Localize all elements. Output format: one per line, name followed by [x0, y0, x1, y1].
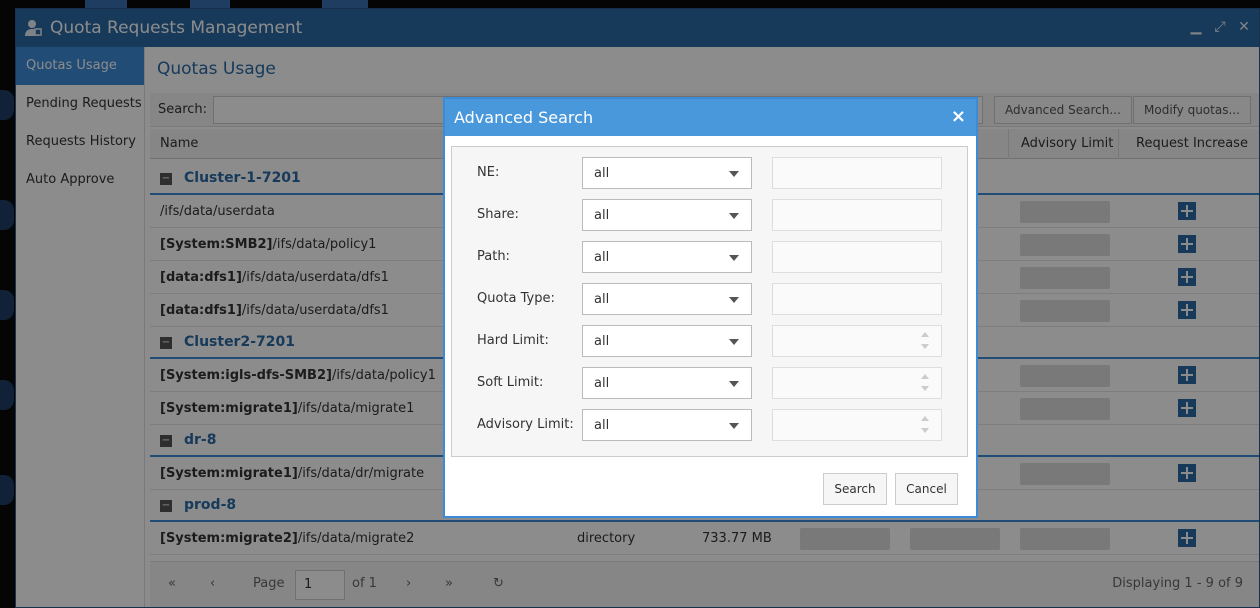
- ne-value-input[interactable]: [772, 157, 942, 189]
- chevron-down-icon: [729, 423, 739, 429]
- share-value-input[interactable]: [772, 199, 942, 231]
- field-row-advisory-limit: Advisory Limit: all: [452, 409, 967, 441]
- chevron-down-icon: [729, 171, 739, 177]
- field-row-quota-type: Quota Type: all: [452, 283, 967, 315]
- field-row-ne: NE: all: [452, 157, 967, 189]
- field-label: Soft Limit:: [477, 375, 544, 390]
- dialog-header: Advanced Search ×: [445, 99, 976, 136]
- field-row-share: Share: all: [452, 199, 967, 231]
- path-value-input[interactable]: [772, 241, 942, 273]
- hard-limit-value-input[interactable]: [772, 325, 942, 357]
- quota-type-value-input[interactable]: [772, 283, 942, 315]
- cancel-button[interactable]: Cancel: [895, 473, 958, 505]
- chevron-down-icon: [729, 339, 739, 345]
- dialog-title: Advanced Search: [454, 108, 594, 127]
- quota-type-operator-select[interactable]: all: [582, 283, 752, 315]
- ne-operator-select[interactable]: all: [582, 157, 752, 189]
- chevron-down-icon: [729, 213, 739, 219]
- soft-limit-operator-select[interactable]: all: [582, 367, 752, 399]
- search-button[interactable]: Search: [823, 473, 887, 505]
- chevron-down-icon: [729, 255, 739, 261]
- field-label: Quota Type:: [477, 291, 555, 306]
- field-label: Hard Limit:: [477, 333, 549, 348]
- spinner-icon[interactable]: [921, 332, 931, 352]
- field-label: Advisory Limit:: [477, 417, 574, 432]
- advanced-search-dialog: Advanced Search × NE: all Share: all Pat…: [443, 97, 978, 518]
- advisory-limit-value-input[interactable]: [772, 409, 942, 441]
- field-row-hard-limit: Hard Limit: all: [452, 325, 967, 357]
- advisory-limit-operator-select[interactable]: all: [582, 409, 752, 441]
- soft-limit-value-input[interactable]: [772, 367, 942, 399]
- close-icon[interactable]: ×: [951, 106, 966, 127]
- field-label: Path:: [477, 249, 510, 264]
- chevron-down-icon: [729, 297, 739, 303]
- chevron-down-icon: [729, 381, 739, 387]
- hard-limit-operator-select[interactable]: all: [582, 325, 752, 357]
- search-criteria-panel: NE: all Share: all Path: all Quota Type:…: [451, 146, 968, 457]
- field-label: Share:: [477, 207, 519, 222]
- field-row-soft-limit: Soft Limit: all: [452, 367, 967, 399]
- spinner-icon[interactable]: [921, 374, 931, 394]
- path-operator-select[interactable]: all: [582, 241, 752, 273]
- share-operator-select[interactable]: all: [582, 199, 752, 231]
- field-row-path: Path: all: [452, 241, 967, 273]
- spinner-icon[interactable]: [921, 416, 931, 436]
- field-label: NE:: [477, 165, 500, 180]
